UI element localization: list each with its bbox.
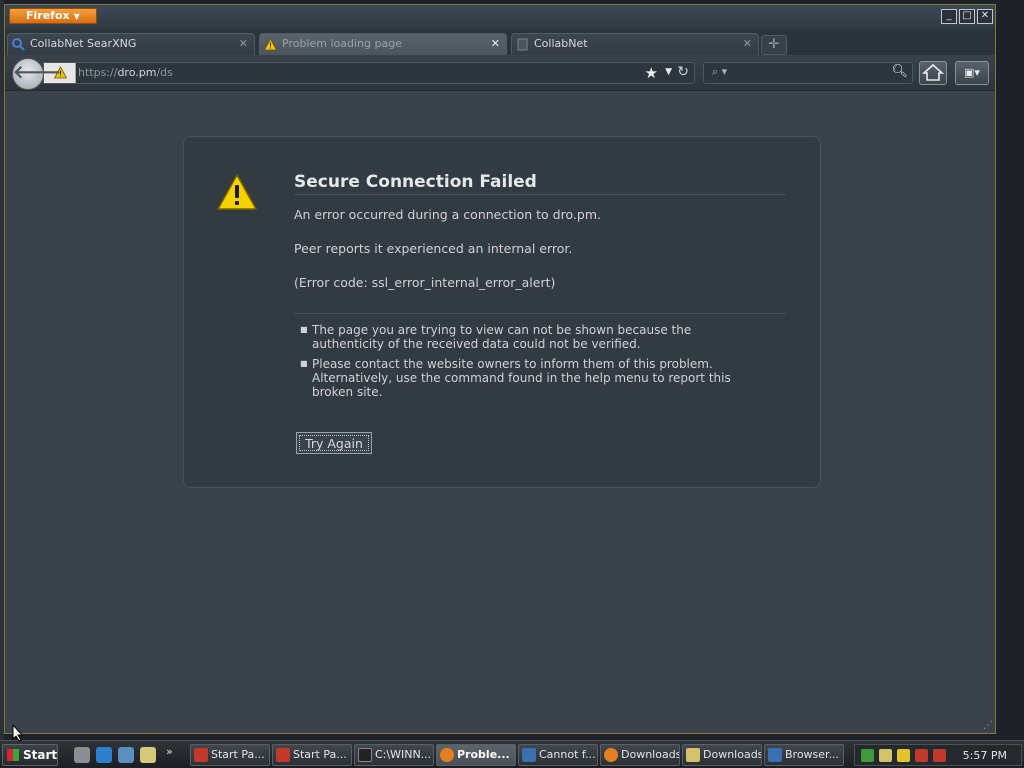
firefox-icon — [440, 748, 454, 762]
search-icon[interactable]: 🔍︎ — [891, 64, 908, 79]
mouse-cursor-icon — [12, 724, 24, 742]
tray-app-icon[interactable] — [879, 749, 892, 762]
browser-window: Firefox ▼ _ □ ✕ CollabNet SearXNG ✕ Probl… — [4, 4, 996, 734]
tab-label: CollabNet — [534, 37, 588, 50]
taskbar-item[interactable]: Browser... — [764, 744, 844, 766]
url-text[interactable]: https://dro.pm/ds — [78, 66, 173, 79]
tab-label: Problem loading page — [282, 37, 402, 50]
title-bar: Firefox ▼ _ □ ✕ — [5, 5, 995, 29]
taskbar-item-label: Downloads — [621, 748, 680, 761]
divider — [294, 194, 786, 195]
taskbar-item[interactable]: Downloads — [600, 744, 680, 766]
error-detail: Peer reports it experienced an internal … — [294, 241, 573, 256]
taskbar-item[interactable]: Start Pa... — [190, 744, 270, 766]
bookmarks-menu-button[interactable]: ▣▾ — [955, 61, 989, 85]
bullet-icon: ■ — [300, 359, 308, 368]
search-bar[interactable]: ⌕ ▾ 🔍︎ — [703, 62, 913, 84]
url-bar[interactable]: https://dro.pm/ds ★ ▼ ↻ — [43, 62, 695, 84]
home-icon — [921, 63, 945, 81]
firefox-menu-label: Firefox — [26, 9, 70, 22]
firefox-icon — [604, 748, 618, 762]
taskbar-item[interactable]: Cannot f... — [518, 744, 598, 766]
resize-grip[interactable]: ⋰ — [983, 720, 993, 731]
app-icon — [768, 748, 782, 762]
home-button[interactable] — [919, 61, 947, 85]
quicklaunch-overflow[interactable]: » — [166, 745, 173, 758]
tab-collabnet-searxng[interactable]: CollabNet SearXNG ✕ — [7, 33, 255, 55]
start-label: Start — [23, 748, 58, 762]
bullet-icon: ■ — [300, 325, 308, 334]
warning-icon — [264, 38, 277, 51]
close-icon[interactable]: ✕ — [491, 37, 500, 50]
internet-explorer-icon[interactable] — [96, 747, 112, 763]
taskbar-item-label: C:\WINN... — [375, 748, 432, 761]
minimize-button[interactable]: _ — [941, 9, 957, 24]
tab-bar: CollabNet SearXNG ✕ Problem loading page… — [5, 29, 995, 55]
tray-app-icon[interactable] — [915, 749, 928, 762]
taskbar-item[interactable]: C:\WINN... — [354, 744, 434, 766]
list-item: The page you are trying to view can not … — [312, 323, 692, 351]
reload-icon[interactable]: ↻ — [677, 64, 689, 80]
taskbar-item-label: Browser... — [785, 748, 840, 761]
tray-app-icon[interactable] — [933, 749, 946, 762]
error-code: (Error code: ssl_error_internal_error_al… — [294, 275, 556, 290]
error-message: An error occurred during a connection to… — [294, 207, 601, 222]
app-icon — [194, 748, 208, 762]
error-container: Secure Connection Failed An error occurr… — [183, 136, 821, 488]
command-prompt-icon — [358, 748, 372, 762]
app-icon — [522, 748, 536, 762]
back-button[interactable]: 🡐 — [12, 58, 61, 90]
tab-label: CollabNet SearXNG — [30, 37, 137, 50]
url-path: /ds — [156, 66, 173, 79]
taskbar-item-label: Cannot f... — [539, 748, 596, 761]
taskbar-item[interactable]: Downloads — [682, 744, 762, 766]
back-arrow-icon: 🡐 — [13, 62, 62, 83]
taskbar-item-label: Start Pa... — [211, 748, 265, 761]
divider — [294, 313, 786, 314]
system-tray: 5:57 PM — [854, 744, 1022, 766]
clock: 5:57 PM — [962, 749, 1007, 762]
page-content: Secure Connection Failed An error occurr… — [5, 92, 995, 733]
chevron-down-icon: ▼ — [73, 12, 80, 21]
taskbar: Start » Start Pa... Start Pa... C:\WINN.… — [0, 740, 1024, 768]
tab-collabnet[interactable]: CollabNet ✕ — [511, 33, 759, 55]
new-tab-button[interactable]: ✛ — [761, 35, 787, 55]
close-button[interactable]: ✕ — [977, 9, 993, 24]
page-icon — [517, 38, 528, 51]
url-scheme: https:// — [78, 66, 118, 79]
close-icon[interactable]: ✕ — [743, 37, 752, 50]
outlook-icon[interactable] — [118, 747, 134, 763]
error-title: Secure Connection Failed — [294, 172, 537, 192]
firefox-menu-button[interactable]: Firefox ▼ — [9, 8, 97, 24]
show-desktop-icon[interactable] — [74, 747, 90, 763]
tab-problem-loading[interactable]: Problem loading page ✕ — [259, 33, 507, 55]
try-again-button[interactable]: Try Again — [296, 432, 372, 454]
app-icon — [276, 748, 290, 762]
url-host: dro.pm — [117, 66, 157, 79]
close-icon[interactable]: ✕ — [239, 37, 248, 50]
windows-logo-icon — [7, 749, 19, 761]
bookmarks-icon: ▣▾ — [964, 66, 980, 79]
start-button[interactable]: Start — [2, 744, 58, 766]
search-engine-icon[interactable]: ⌕ ▾ — [712, 65, 727, 79]
warning-icon — [217, 174, 257, 210]
folder-icon — [686, 748, 700, 762]
taskbar-item-label: Downloads — [703, 748, 762, 761]
network-icon[interactable] — [861, 749, 874, 762]
list-item: Please contact the website owners to inf… — [312, 357, 731, 399]
bookmark-star-icon[interactable]: ★ — [645, 64, 658, 82]
taskbar-item-label: Start Pa... — [293, 748, 347, 761]
tray-app-icon[interactable] — [897, 749, 910, 762]
search-icon — [12, 38, 25, 51]
maximize-button[interactable]: □ — [959, 9, 975, 24]
taskbar-item[interactable]: Start Pa... — [272, 744, 352, 766]
search-folder-icon[interactable] — [140, 747, 156, 763]
chevron-down-icon[interactable]: ▼ — [665, 67, 672, 77]
navigation-toolbar: https://dro.pm/ds ★ ▼ ↻ 🡐 ⌕ ▾ 🔍︎ ▣▾ — [5, 55, 995, 91]
taskbar-item-active[interactable]: Proble... — [436, 744, 516, 766]
taskbar-item-label: Proble... — [457, 748, 510, 761]
